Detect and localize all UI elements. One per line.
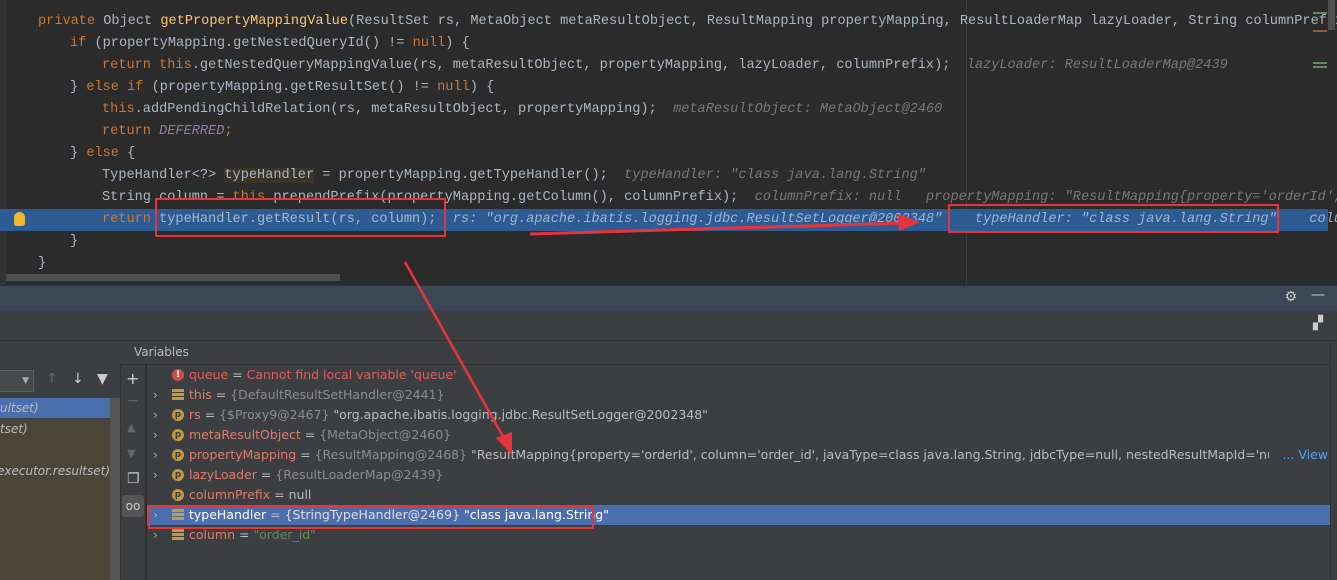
lightbulb-icon[interactable] (14, 212, 25, 226)
filter-icon[interactable]: ▼ (97, 371, 108, 387)
expand-arrow-icon[interactable]: › (153, 385, 158, 405)
annotation-box-hint (948, 204, 1279, 233)
variable-row-columnPrefix[interactable]: p columnPrefix = null (147, 485, 1330, 505)
variable-row-propertyMapping[interactable]: › p propertyMapping = {ResultMapping@2468}… (147, 445, 1330, 465)
gear-icon[interactable]: ⚙ (1284, 289, 1297, 305)
expand-arrow-icon[interactable]: › (153, 405, 158, 425)
variables-tree: ! queue = Cannot find local variable 'que… (147, 365, 1330, 580)
change-marker (1313, 62, 1327, 64)
remove-watch-icon[interactable]: − (127, 393, 139, 409)
variables-header: Variables (120, 341, 1337, 365)
variables-side-toolbar: + − ▲ ▼ ❐ oo (120, 365, 146, 580)
parameter-icon: p (172, 449, 184, 461)
add-watch-icon[interactable]: + (126, 369, 139, 388)
frame-item[interactable]: executor.resultset) (0, 461, 110, 481)
variable-row-queue[interactable]: ! queue = Cannot find local variable 'que… (147, 365, 1330, 385)
frame-item-selected[interactable]: ultset) (0, 398, 110, 418)
expand-arrow-icon[interactable]: › (153, 425, 158, 445)
variables-scrollbar[interactable] (1330, 341, 1337, 580)
error-icon: ! (172, 369, 184, 381)
vertical-scrollbar[interactable] (1328, 0, 1335, 30)
code-line-6: return DEFERRED; (102, 124, 233, 139)
parameter-icon: p (172, 469, 184, 481)
variable-row-lazyLoader[interactable]: › p lazyLoader = {ResultLoaderMap@2439} (147, 465, 1330, 485)
variable-row-this[interactable]: › this = {DefaultResultSetHandler@2441} (147, 385, 1330, 405)
view-link[interactable]: ... View (1280, 445, 1328, 465)
code-line-8: TypeHandler<?> typeHandler = propertyMap… (102, 168, 926, 183)
parameter-icon: p (172, 429, 184, 441)
thread-dropdown[interactable]: ▼ (0, 370, 34, 392)
horizontal-scrollbar[interactable] (6, 274, 340, 281)
move-down-icon[interactable]: ▼ (127, 447, 135, 460)
move-up-icon[interactable]: ▲ (127, 421, 135, 434)
variables-title: Variables (134, 345, 189, 359)
minimize-icon[interactable]: — (1311, 287, 1325, 303)
change-marker (1313, 30, 1327, 32)
frames-scrollbar[interactable] (110, 398, 120, 580)
frames-list-bg (0, 419, 110, 580)
frames-panel: ▼ ↑ ↓ ▼ ultset) tset) executor.resultset… (0, 341, 120, 580)
code-editor[interactable]: private Object getPropertyMappingValue(R… (0, 0, 1337, 285)
field-icon (172, 529, 184, 541)
variable-row-rs[interactable]: › p rs = {$Proxy9@2467} "org.apache.ibatis… (147, 405, 1330, 425)
layout-icon[interactable]: ▞ (1313, 316, 1323, 331)
variable-row-metaResultObject[interactable]: › p metaResultObject = {MetaObject@2460} (147, 425, 1330, 445)
code-line-4: } else if (propertyMapping.getResultSet(… (70, 80, 495, 95)
code-line-5: this.addPendingChildRelation(rs, metaRes… (102, 102, 943, 117)
expand-arrow-icon[interactable]: › (153, 445, 158, 465)
code-line-3: return this.getNestedQueryMappingValue(r… (102, 58, 1228, 73)
glasses-icon[interactable]: oo (122, 495, 144, 517)
code-line-7: } else { (70, 146, 136, 161)
debug-panel-header: ⚙ — (0, 285, 1337, 311)
arrow-down-icon[interactable]: ↓ (72, 371, 84, 387)
code-line-12: } (38, 256, 47, 271)
change-marker (1313, 66, 1327, 68)
parameter-icon: p (172, 409, 184, 421)
expand-arrow-icon[interactable]: › (153, 465, 158, 485)
annotation-box-variable (148, 505, 594, 529)
copy-icon[interactable]: ❐ (127, 471, 140, 487)
annotation-box-code (155, 198, 446, 237)
change-marker (1313, 12, 1327, 14)
debug-toolbar: ▞ (0, 311, 1337, 341)
frame-item[interactable]: tset) (0, 419, 110, 439)
arrow-up-icon[interactable]: ↑ (46, 371, 58, 387)
code-line-2: if (propertyMapping.getNestedQueryId() !… (70, 36, 470, 51)
field-icon (172, 389, 184, 401)
parameter-icon: p (172, 489, 184, 501)
code-line-1: private Object getPropertyMappingValue(R… (38, 14, 1337, 29)
